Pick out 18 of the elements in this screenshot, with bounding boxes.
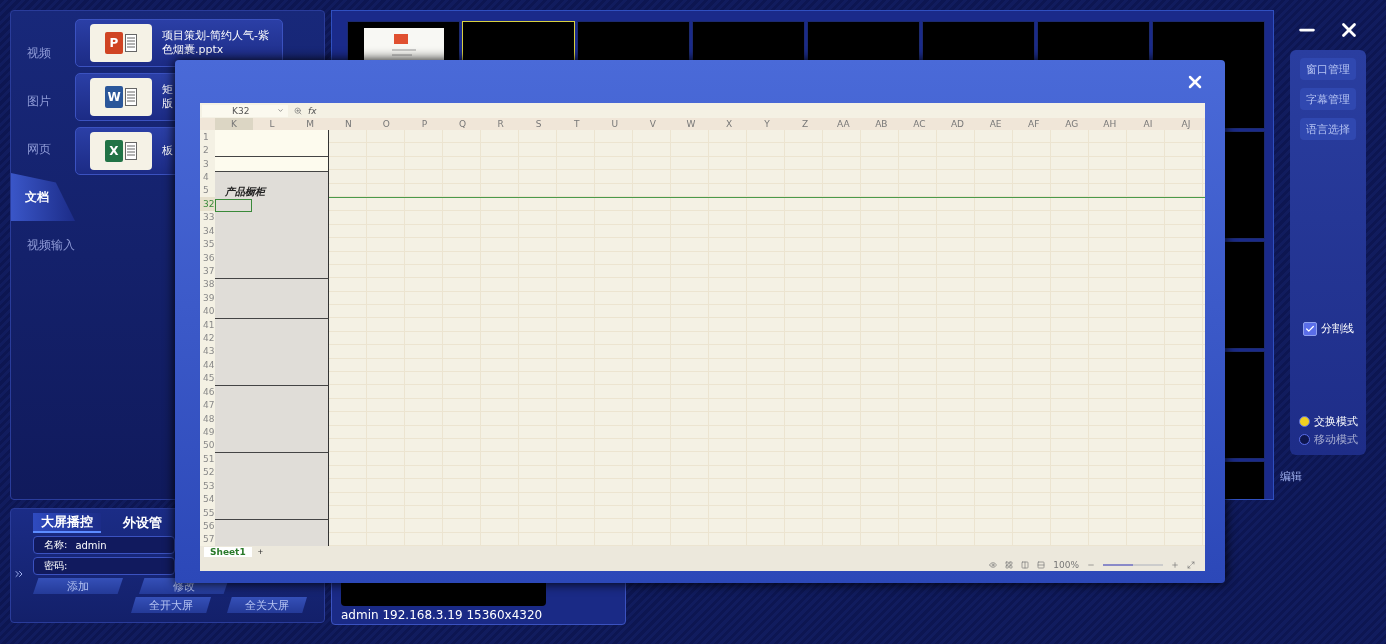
field-label: 名称: xyxy=(44,538,68,552)
radio-label: 移动模式 xyxy=(1313,432,1358,447)
field-label: 密码: xyxy=(44,559,68,573)
cell-text: 产品橱柜 xyxy=(225,184,265,199)
formula-label: fx xyxy=(308,105,317,116)
file-name: 项目策划-简约人气-紫 色烟囊.pptx xyxy=(162,29,269,57)
file-type-logo: W xyxy=(105,86,123,108)
panel-caption: 编辑 xyxy=(1280,469,1302,484)
file-name: 板 xyxy=(162,144,173,158)
field-value: admin xyxy=(75,539,107,551)
file-name: 矩 版 xyxy=(162,83,173,111)
checkbox-label: 分割线 xyxy=(1320,321,1354,336)
radio-label: 交换模式 xyxy=(1313,414,1358,429)
file-type-logo: P xyxy=(105,32,123,54)
row-number: 32 xyxy=(200,197,215,211)
connection-status: admin 192.168.3.19 15360x4320 xyxy=(341,608,544,622)
file-type-logo: X xyxy=(105,140,123,162)
zoom-level: 100% xyxy=(1053,559,1079,570)
